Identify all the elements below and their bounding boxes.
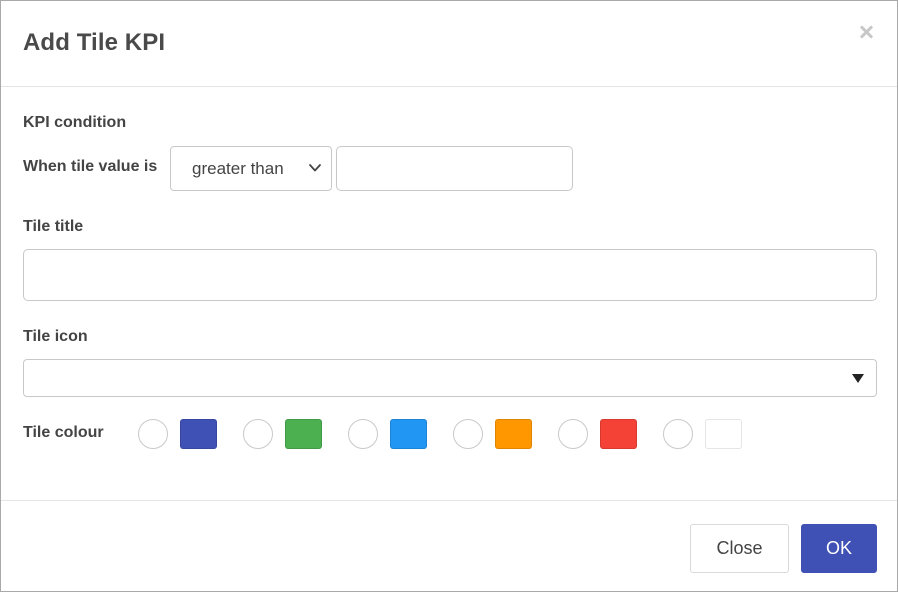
add-tile-kpi-dialog: Add Tile KPI KPI condition When tile val… <box>0 0 898 592</box>
tile-title-label: Tile title <box>23 218 84 235</box>
when-tile-value-label: When tile value is <box>23 158 158 175</box>
tile-icon-select[interactable] <box>23 359 877 397</box>
kpi-value-input[interactable] <box>336 146 573 191</box>
kpi-condition-label: KPI condition <box>23 114 127 131</box>
dialog-title: Add Tile KPI <box>23 29 166 56</box>
operator-select[interactable]: greater than <box>170 146 332 191</box>
colour-swatch-indigo <box>180 419 217 449</box>
colour-radio-orange[interactable] <box>453 419 483 449</box>
colour-swatch-red <box>600 419 637 449</box>
dialog-header: Add Tile KPI <box>1 1 897 87</box>
colour-swatch-orange <box>495 419 532 449</box>
close-button[interactable]: Close <box>690 524 789 573</box>
colour-radio-green[interactable] <box>243 419 273 449</box>
operator-value: greater than <box>192 159 284 178</box>
tile-icon-label: Tile icon <box>23 328 88 345</box>
footer-divider <box>1 500 897 501</box>
colour-radio-white[interactable] <box>663 419 693 449</box>
colour-swatch-blue <box>390 419 427 449</box>
ok-button[interactable]: OK <box>801 524 877 573</box>
caret-down-icon <box>852 374 864 383</box>
colour-swatch-green <box>285 419 322 449</box>
chevron-down-icon <box>309 164 321 172</box>
colour-radio-red[interactable] <box>558 419 588 449</box>
colour-radio-blue[interactable] <box>348 419 378 449</box>
tile-colour-options <box>1 419 898 449</box>
tile-title-input[interactable] <box>23 249 877 301</box>
colour-radio-indigo[interactable] <box>138 419 168 449</box>
close-icon[interactable] <box>857 23 875 41</box>
colour-swatch-white <box>705 419 742 449</box>
